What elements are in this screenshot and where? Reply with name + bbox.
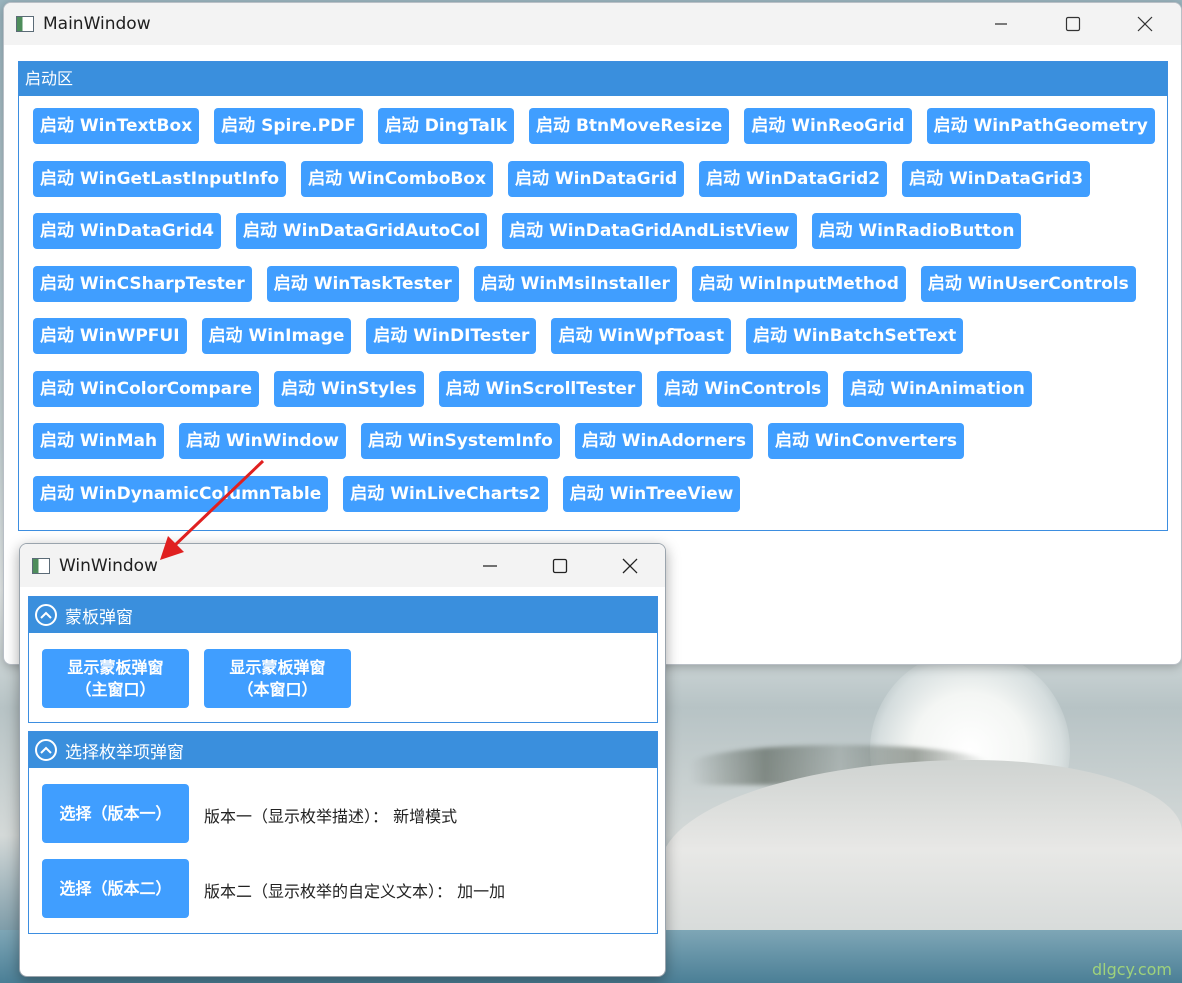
enum-select-title: 选择枚举项弹窗 (65, 742, 184, 763)
close-icon (1137, 16, 1153, 32)
chevron-up-icon[interactable] (35, 604, 57, 626)
show-mask-main-window-button[interactable]: 显示蒙板弹窗 （主窗口） (42, 649, 189, 708)
launch-button[interactable]: 启动 WinMah (33, 423, 165, 459)
launch-button[interactable]: 启动 WinStyles (274, 370, 424, 407)
launch-button[interactable]: 启动 WinAnimation (843, 370, 1032, 407)
launch-button[interactable]: 启动 WinDataGrid (508, 160, 685, 197)
main-window-controls (965, 3, 1181, 45)
launch-button-row: 启动 WinMah 启动 WinWindow 启动 WinSystemInfo 启动 … (33, 423, 1163, 459)
launch-button-row: 启动 WinCSharpTester 启动 WinTaskTester 启动 Win… (33, 265, 1163, 302)
watermark: dlgcy.com (1092, 960, 1172, 979)
launch-button[interactable]: 启动 WinPathGeometry (926, 108, 1155, 144)
show-mask-self-line2: （本窗口） (237, 679, 318, 699)
child-window-controls (455, 544, 665, 587)
launch-button[interactable]: 启动 WinTaskTester (266, 265, 459, 302)
launch-button[interactable]: 启动 WinColorCompare (33, 370, 260, 407)
main-close-button[interactable] (1109, 3, 1181, 45)
launch-button[interactable]: 启动 WinTreeView (562, 475, 741, 512)
show-mask-this-window-button[interactable]: 显示蒙板弹窗 （本窗口） (204, 649, 351, 708)
launch-group-header: 启动区 (19, 62, 1167, 96)
chevron-up-icon[interactable] (35, 739, 57, 761)
launch-button[interactable]: 启动 WinDataGrid4 (33, 213, 221, 249)
maximize-icon (1065, 16, 1081, 32)
show-mask-main-line1: 显示蒙板弹窗 (67, 657, 164, 677)
launch-button[interactable]: 启动 WinWPFUI (33, 318, 187, 354)
close-icon (622, 558, 638, 573)
version-two-description: 版本二（显示枚举的自定义文本）： 加一加 (204, 882, 506, 901)
launch-button[interactable]: 启动 WinRadioButton (811, 213, 1022, 249)
child-close-button[interactable] (595, 544, 665, 587)
version-one-description: 版本一（显示枚举描述）： 新增模式 (204, 807, 458, 826)
main-window-title: MainWindow (43, 14, 151, 34)
launch-button[interactable]: 启动 WinControls (657, 370, 829, 407)
launch-button[interactable]: 启动 WinScrollTester (438, 370, 643, 407)
launch-button[interactable]: 启动 WinDataGridAndListView (502, 213, 797, 249)
minimize-icon (995, 23, 1007, 25)
desktop-hill (660, 760, 1182, 940)
enum-select-header[interactable]: 选择枚举项弹窗 (29, 732, 657, 768)
show-mask-self-line1: 显示蒙板弹窗 (229, 657, 326, 677)
main-titlebar[interactable]: MainWindow (4, 3, 1181, 45)
launch-button[interactable]: 启动 WinBatchSetText (746, 318, 964, 354)
launch-button[interactable]: 启动 WinReoGrid (744, 108, 912, 144)
launch-button-row: 启动 WinDynamicColumnTable 启动 WinLiveCharts… (33, 475, 1163, 512)
launch-button-row: 启动 WinWPFUI 启动 WinImage 启动 WinDITester 启动 W… (33, 318, 1163, 354)
launch-button[interactable]: 启动 WinGetLastInputInfo (33, 160, 287, 197)
mask-dialog-group: 蒙板弹窗 显示蒙板弹窗 （主窗口） 显示蒙板弹窗 （本窗口） (28, 596, 658, 723)
launch-button[interactable]: 启动 WinAdorners (574, 423, 753, 459)
select-version-two-button[interactable]: 选择（版本二） (42, 859, 189, 918)
launch-button-row: 启动 WinGetLastInputInfo 启动 WinComboBox 启动 W… (33, 160, 1163, 197)
app-icon (32, 557, 50, 574)
launch-button[interactable]: 启动 DingTalk (377, 108, 515, 144)
launch-button[interactable]: 启动 WinTextBox (33, 108, 200, 144)
mask-dialog-header[interactable]: 蒙板弹窗 (29, 597, 657, 633)
launch-button[interactable]: 启动 WinSystemInfo (360, 423, 560, 459)
launch-button[interactable]: 启动 WinDynamicColumnTable (33, 475, 329, 512)
launch-button[interactable]: 启动 Spire.PDF (214, 108, 363, 144)
select-version-one-button[interactable]: 选择（版本一） (42, 784, 189, 843)
child-minimize-button[interactable] (455, 544, 525, 587)
launch-button[interactable]: 启动 BtnMoveResize (529, 108, 730, 144)
main-maximize-button[interactable] (1037, 3, 1109, 45)
launch-button[interactable]: 启动 WinUserControls (920, 265, 1136, 302)
main-minimize-button[interactable] (965, 3, 1037, 45)
launch-button[interactable]: 启动 WinWindow (179, 423, 346, 459)
child-titlebar[interactable]: WinWindow (20, 544, 665, 587)
child-maximize-button[interactable] (525, 544, 595, 587)
launch-group: 启动区 启动 WinTextBox 启动 Spire.PDF 启动 DingTalk… (18, 61, 1168, 531)
select-version-one-label: 选择（版本一） (59, 803, 172, 823)
launch-button[interactable]: 启动 WinDITester (366, 318, 537, 354)
launch-button[interactable]: 启动 WinDataGrid3 (902, 160, 1091, 197)
child-window-title: WinWindow (59, 555, 158, 576)
launch-button[interactable]: 启动 WinDataGrid2 (699, 160, 888, 197)
launch-button[interactable]: 启动 WinConverters (767, 423, 964, 459)
launch-button[interactable]: 启动 WinDataGridAutoCol (235, 213, 488, 249)
launch-button-row: 启动 WinColorCompare 启动 WinStyles 启动 WinScro… (33, 370, 1163, 407)
mask-dialog-title: 蒙板弹窗 (65, 607, 133, 628)
child-window: WinWindow 蒙板弹窗 显示蒙板弹窗 （主窗口） 显示蒙板弹窗 （本窗口）… (19, 543, 666, 977)
launch-button[interactable]: 启动 WinImage (201, 318, 352, 354)
select-version-two-label: 选择（版本二） (59, 878, 172, 898)
launch-button[interactable]: 启动 WinMsiInstaller (473, 265, 677, 302)
show-mask-main-line2: （主窗口） (75, 679, 156, 699)
minimize-icon (483, 564, 497, 567)
launch-button[interactable]: 启动 WinWpfToast (551, 318, 732, 354)
app-icon (16, 16, 34, 32)
launch-button-area: 启动 WinTextBox 启动 Spire.PDF 启动 DingTalk 启动 B… (33, 108, 1163, 528)
enum-select-group: 选择枚举项弹窗 选择（版本一） 版本一（显示枚举描述）： 新增模式 选择（版本二… (28, 731, 658, 934)
launch-button-row: 启动 WinTextBox 启动 Spire.PDF 启动 DingTalk 启动 B… (33, 108, 1163, 144)
launch-button[interactable]: 启动 WinCSharpTester (33, 265, 252, 302)
launch-button-row: 启动 WinDataGrid4 启动 WinDataGridAutoCol 启动 W… (33, 213, 1163, 249)
launch-button[interactable]: 启动 WinComboBox (301, 160, 494, 197)
maximize-icon (552, 558, 568, 573)
launch-button[interactable]: 启动 WinInputMethod (691, 265, 906, 302)
launch-button[interactable]: 启动 WinLiveCharts2 (343, 475, 548, 512)
